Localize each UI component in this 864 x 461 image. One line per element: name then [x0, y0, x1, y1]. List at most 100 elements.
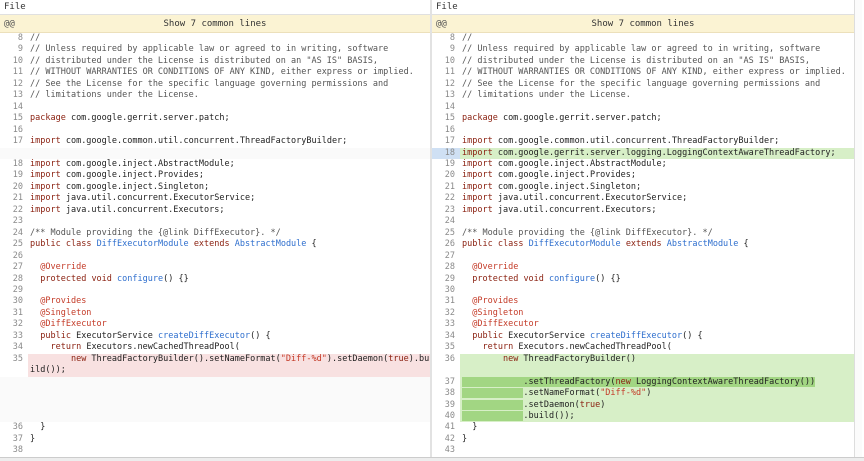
line-number[interactable]: 40 [432, 411, 460, 422]
line-number[interactable]: 14 [0, 102, 28, 113]
line-number[interactable]: 38 [432, 388, 460, 399]
code-line: @Override [28, 262, 430, 273]
line-number[interactable]: 27 [432, 251, 460, 262]
line-number[interactable]: 28 [432, 262, 460, 273]
line-number[interactable]: 39 [432, 400, 460, 411]
line-number[interactable]: 36 [0, 422, 28, 433]
code-line [460, 216, 854, 227]
code-segment [462, 274, 472, 284]
line-number[interactable]: 37 [432, 377, 460, 388]
line-number[interactable]: 19 [0, 170, 28, 181]
line-number[interactable]: 32 [432, 308, 460, 319]
line-number[interactable]: 16 [0, 125, 28, 136]
line-number[interactable]: 8 [0, 33, 28, 44]
code-segment: com.google.common.util.concurrent.Thread… [493, 136, 780, 146]
code-segment: // See the License for the specific lang… [462, 79, 820, 89]
line-number[interactable]: 29 [0, 285, 28, 296]
code-line: // distributed under the License is dist… [460, 56, 854, 67]
line-number[interactable]: 11 [0, 67, 28, 78]
line-number[interactable]: 17 [0, 136, 28, 147]
line-number[interactable]: 13 [432, 90, 460, 101]
code-line: .setNameFormat("Diff-%d") [460, 388, 854, 399]
code-segment: java.util.concurrent.ExecutorService; [61, 193, 255, 203]
line-number[interactable]: 32 [0, 319, 28, 330]
line-number[interactable]: 35 [0, 354, 28, 377]
line-number[interactable]: 28 [0, 274, 28, 285]
line-number[interactable]: 18 [0, 159, 28, 170]
line-number[interactable]: 21 [432, 182, 460, 193]
line-number[interactable]: 35 [432, 342, 460, 353]
code-segment: import [30, 136, 61, 146]
code-line: public ExecutorService createDiffExecuto… [460, 331, 854, 342]
line-number[interactable]: 34 [0, 342, 28, 353]
line-number[interactable]: 20 [0, 182, 28, 193]
line-number[interactable]: 14 [432, 102, 460, 113]
line-number[interactable]: 36 [432, 354, 460, 377]
line-number[interactable]: 33 [432, 319, 460, 330]
line-number[interactable]: 22 [0, 205, 28, 216]
line-number[interactable]: 13 [0, 90, 28, 101]
line-number[interactable]: 9 [432, 44, 460, 55]
line-number[interactable]: 43 [432, 445, 460, 456]
line-number[interactable]: 23 [0, 216, 28, 227]
code-segment [462, 262, 472, 272]
line-number[interactable]: 26 [0, 251, 28, 262]
line-number[interactable]: 21 [0, 193, 28, 204]
line-number[interactable]: 31 [0, 308, 28, 319]
line-number[interactable]: 25 [0, 239, 28, 250]
line-number[interactable]: 20 [432, 170, 460, 181]
line-number[interactable]: 11 [432, 67, 460, 78]
line-number[interactable]: 17 [432, 136, 460, 147]
line-number[interactable]: 10 [0, 56, 28, 67]
code-segment [30, 262, 40, 272]
line-number[interactable]: 12 [432, 79, 460, 90]
code-segment: import [462, 182, 493, 192]
code-segment: class [66, 239, 92, 249]
line-number[interactable]: 24 [432, 216, 460, 227]
line-number[interactable]: 12 [0, 79, 28, 90]
line-number [0, 411, 28, 422]
file-header-label: File [4, 2, 26, 12]
code-line [460, 125, 854, 136]
code-line [28, 216, 430, 227]
code-line: @DiffExecutor [460, 319, 854, 330]
line-number[interactable]: 29 [432, 274, 460, 285]
line-number[interactable]: 38 [0, 445, 28, 456]
bottom-edge [0, 457, 864, 461]
code-segment: DiffExecutorModule [529, 239, 621, 249]
line-number[interactable]: 31 [432, 296, 460, 307]
line-number[interactable]: 9 [0, 44, 28, 55]
scrollbar-track[interactable] [854, 0, 862, 457]
line-number[interactable]: 41 [432, 422, 460, 433]
code-line: import java.util.concurrent.Executors; [28, 205, 430, 216]
code-segment: /** Module providing the {@link DiffExec… [30, 228, 281, 238]
line-number[interactable]: 34 [432, 331, 460, 342]
line-number[interactable]: 8 [432, 33, 460, 44]
line-number[interactable]: 26 [432, 239, 460, 250]
line-number[interactable]: 42 [432, 434, 460, 445]
line-number[interactable]: 33 [0, 331, 28, 342]
line-number[interactable]: 37 [0, 434, 28, 445]
line-number[interactable]: 16 [432, 125, 460, 136]
code-line: } [460, 422, 854, 433]
line-number[interactable]: 15 [432, 113, 460, 124]
line-number[interactable]: 30 [432, 285, 460, 296]
line-number[interactable]: 23 [432, 205, 460, 216]
code-row: 20import com.google.inject.Singleton; [0, 182, 430, 193]
line-number[interactable]: 27 [0, 262, 28, 273]
line-number[interactable]: 18 [432, 148, 460, 159]
code-segment [462, 342, 482, 352]
code-segment: package [30, 113, 66, 123]
line-number[interactable]: 19 [432, 159, 460, 170]
line-number[interactable]: 22 [432, 193, 460, 204]
line-number[interactable]: 24 [0, 228, 28, 239]
line-number[interactable]: 15 [0, 113, 28, 124]
line-number[interactable]: 30 [0, 296, 28, 307]
show-common-lines-button[interactable]: Show 7 common lines [164, 19, 267, 29]
code-line: // [28, 33, 430, 44]
code-segment: // See the License for the specific lang… [30, 79, 388, 89]
show-common-lines-button[interactable]: Show 7 common lines [592, 19, 695, 29]
line-number[interactable]: 10 [432, 56, 460, 67]
line-number[interactable]: 25 [432, 228, 460, 239]
code-row: 30 @Provides [0, 296, 430, 307]
